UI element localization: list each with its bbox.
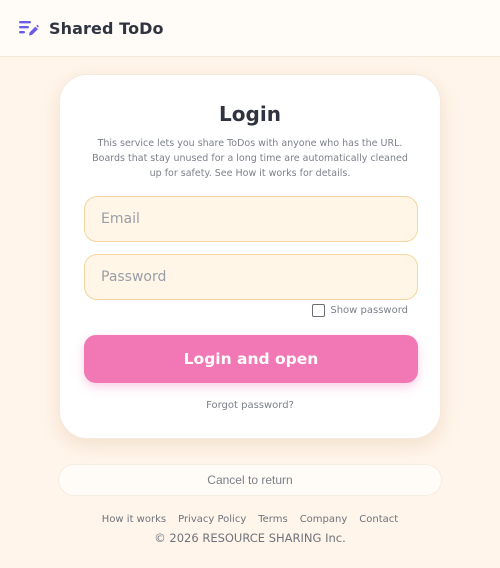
footer-link-company[interactable]: Company (300, 514, 348, 525)
login-title: Login (219, 102, 281, 126)
service-description: This service lets you share ToDos with a… (92, 138, 408, 179)
brand-title[interactable]: Shared ToDo (49, 19, 164, 38)
show-password-label: Show password (330, 305, 408, 316)
list-edit-icon (19, 19, 39, 37)
show-password-checkbox[interactable] (312, 304, 326, 317)
footer-nav: How it works Privacy Policy Terms Compan… (0, 514, 500, 525)
app-header: Shared ToDo (0, 0, 500, 57)
cancel-button[interactable]: Cancel to return (58, 464, 442, 496)
copyright: © 2026 RESOURCE SHARING Inc. (154, 531, 346, 545)
footer-link-privacy[interactable]: Privacy Policy (178, 514, 246, 525)
login-card: Login This service lets you share ToDos … (59, 74, 441, 439)
forgot-password-link[interactable]: Forgot password? (60, 400, 440, 411)
password-field[interactable] (84, 254, 418, 300)
footer-link-contact[interactable]: Contact (359, 514, 398, 525)
login-button[interactable]: Login and open (84, 335, 418, 383)
footer-link-how-it-works[interactable]: How it works (102, 514, 166, 525)
email-field[interactable] (84, 196, 418, 242)
show-password-toggle[interactable]: Show password (312, 304, 408, 317)
footer-link-terms[interactable]: Terms (258, 514, 287, 525)
